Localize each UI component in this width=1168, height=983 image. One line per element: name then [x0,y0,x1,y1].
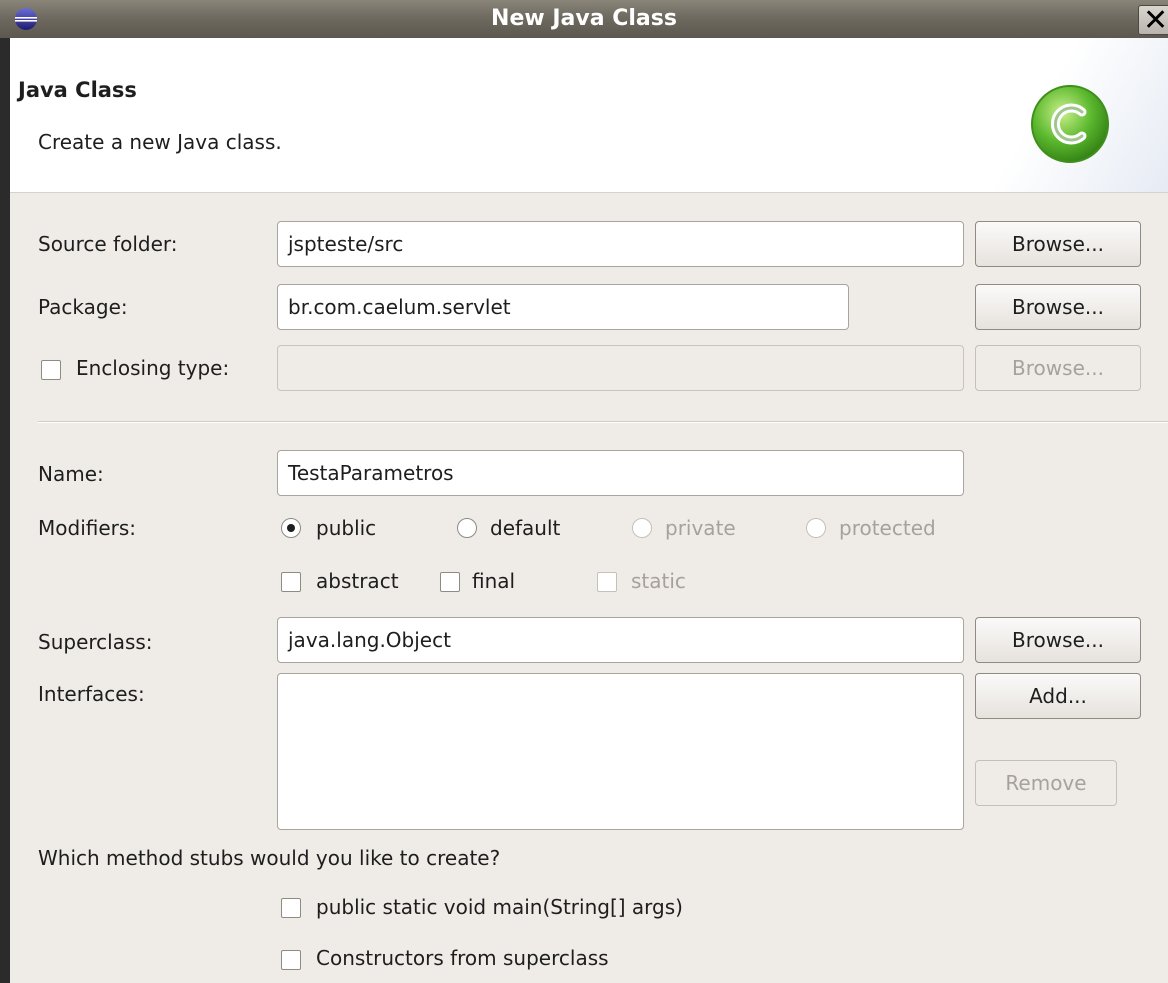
add-interface-button[interactable]: Add... [975,673,1141,719]
source-folder-input[interactable]: jspteste/src [277,221,964,267]
separator [38,421,1168,423]
static-checkbox [597,572,617,592]
close-icon: ✕ [1143,3,1168,38]
name-label: Name: [38,462,104,486]
superclass-label: Superclass: [38,630,153,654]
enclosing-type-checkbox[interactable] [41,360,61,380]
modifiers-label: Modifiers: [38,516,137,540]
page-description: Create a new Java class. [38,130,282,154]
interfaces-list[interactable] [277,673,964,830]
remove-interface-button: Remove [975,760,1117,806]
main-method-checkbox[interactable] [281,898,301,918]
final-checkbox[interactable] [440,572,460,592]
enclosing-type-browse-button: Browse... [975,345,1141,391]
method-stubs-question: Which method stubs would you like to cre… [38,846,501,870]
modifier-private-label: private [665,516,736,540]
window-title: New Java Class [491,6,677,31]
constructors-checkbox[interactable] [281,950,301,970]
modifier-private-radio [632,518,652,538]
static-label: static [631,569,686,593]
java-class-c-icon [1028,82,1112,166]
superclass-input[interactable]: java.lang.Object [277,617,964,663]
source-folder-browse-button[interactable]: Browse... [975,221,1141,267]
package-browse-button[interactable]: Browse... [975,284,1141,330]
modifier-default-label: default [490,516,561,540]
constructors-label: Constructors from superclass [316,946,609,970]
page-title: Java Class [18,78,137,102]
modifier-protected-label: protected [839,516,936,540]
modifier-public-radio[interactable] [281,518,301,538]
source-folder-label: Source folder: [38,232,178,256]
enclosing-type-input [277,345,964,391]
main-method-label: public static void main(String[] args) [316,895,683,919]
modifier-protected-radio [806,518,826,538]
window-border [0,38,10,983]
final-label: final [472,569,516,593]
close-button[interactable]: ✕ [1138,3,1168,38]
superclass-browse-button[interactable]: Browse... [975,617,1141,663]
class-name-input[interactable]: TestaParametros [277,450,964,496]
enclosing-type-label: Enclosing type: [76,356,230,380]
package-label: Package: [38,295,128,319]
modifier-public-label: public [316,516,377,540]
abstract-label: abstract [316,569,399,593]
interfaces-label: Interfaces: [38,682,145,706]
package-input[interactable]: br.com.caelum.servlet [277,284,849,330]
modifier-default-radio[interactable] [457,518,477,538]
abstract-checkbox[interactable] [281,572,301,592]
